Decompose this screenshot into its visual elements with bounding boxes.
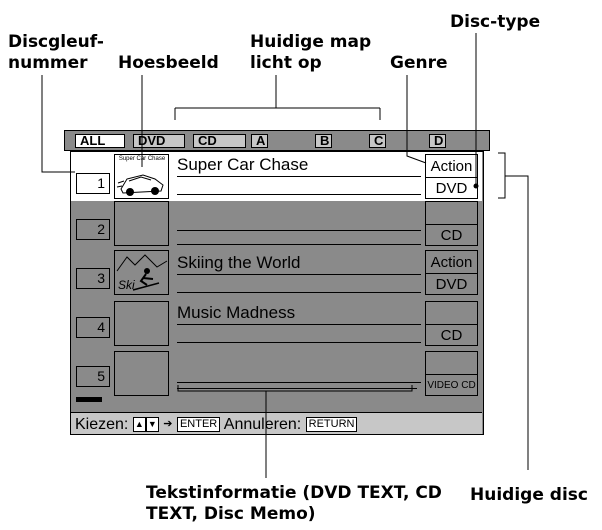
disc-type-label: VIDEO CD bbox=[426, 374, 477, 396]
genre-label: Action bbox=[430, 254, 473, 271]
tab-cd[interactable]: CD bbox=[193, 134, 246, 148]
slot-number[interactable]: 2 bbox=[76, 219, 110, 240]
select-label: Kiezen: bbox=[75, 416, 129, 433]
leader-current-folder bbox=[174, 75, 381, 120]
control-hint-bar: Kiezen: ▲ ▼ ➔ ENTER Annuleren: RETURN bbox=[71, 412, 482, 434]
genre-label: Action bbox=[430, 158, 473, 175]
slot-number[interactable]: 1 bbox=[76, 173, 110, 194]
genre-label bbox=[426, 303, 477, 324]
cover-image bbox=[114, 301, 169, 346]
callout-current-disc: Huidige disc bbox=[470, 485, 588, 505]
current-disc-indicator bbox=[76, 397, 102, 402]
tab-b[interactable]: B bbox=[315, 134, 332, 148]
leader-current-disc bbox=[498, 152, 529, 470]
callout-current-folder-line2: licht op bbox=[250, 53, 322, 73]
cover-caption: Super Car Chase bbox=[118, 156, 166, 162]
disc-type-box: CD bbox=[425, 201, 478, 246]
text-line bbox=[177, 230, 421, 231]
slot-number[interactable]: 3 bbox=[76, 268, 110, 289]
disc-type-box: Action DVD bbox=[425, 250, 478, 295]
disc-type-label: CD bbox=[426, 224, 477, 246]
disc-title: Skiing the World bbox=[177, 253, 301, 272]
tab-d[interactable]: D bbox=[429, 134, 446, 148]
disc-title: Super Car Chase bbox=[177, 155, 309, 174]
slot-number[interactable]: 4 bbox=[76, 317, 110, 338]
callout-slot-number: Discgleuf- nummer bbox=[8, 32, 104, 74]
callout-genre: Genre bbox=[390, 53, 448, 73]
arrow-up-icon[interactable]: ▲ bbox=[132, 417, 146, 432]
race-car-icon bbox=[116, 174, 164, 196]
disc-type-label: DVD bbox=[426, 273, 477, 295]
callout-current-folder-line1: Huidige map bbox=[250, 32, 372, 52]
cover-image: Super Car Chase bbox=[114, 154, 169, 199]
enter-key[interactable]: ENTER bbox=[176, 417, 221, 432]
cover-caption: Ski bbox=[118, 278, 135, 292]
disc-type-box: VIDEO CD bbox=[425, 351, 478, 396]
disc-type-box: CD bbox=[425, 301, 478, 346]
disc-type-label: CD bbox=[426, 324, 477, 346]
tab-c[interactable]: C bbox=[369, 134, 386, 148]
callout-slot-number-line1: Discgleuf- bbox=[8, 32, 104, 52]
tab-a[interactable]: A bbox=[251, 134, 268, 148]
cancel-label: Annuleren: bbox=[223, 416, 302, 433]
cover-image bbox=[114, 351, 169, 396]
callout-text-info-line2: TEXT, Disc Memo) bbox=[146, 504, 316, 524]
callout-text-info-line1: Tekstinformatie (DVD TEXT, CD bbox=[146, 483, 442, 503]
callout-slot-number-line2: nummer bbox=[8, 53, 88, 73]
text-line bbox=[177, 342, 421, 343]
text-line bbox=[177, 382, 421, 383]
callout-text-info: Tekstinformatie (DVD TEXT, CD TEXT, Disc… bbox=[146, 483, 442, 525]
disc-list: 1 Super Car Chase Super Car Chase Action… bbox=[70, 151, 484, 435]
disc-title: Music Madness bbox=[177, 303, 296, 322]
disc-type-box: Action DVD bbox=[425, 154, 478, 199]
arrow-right-icon: ➔ bbox=[163, 418, 173, 430]
slot-number[interactable]: 5 bbox=[76, 366, 110, 387]
text-line bbox=[177, 292, 421, 293]
tab-all[interactable]: ALL bbox=[75, 134, 125, 148]
text-line bbox=[177, 194, 421, 195]
text-line bbox=[177, 388, 417, 389]
text-line bbox=[177, 176, 421, 177]
genre-label bbox=[426, 353, 477, 374]
text-line bbox=[177, 244, 421, 245]
return-key[interactable]: RETURN bbox=[305, 417, 358, 432]
text-line bbox=[177, 324, 421, 325]
arrow-down-icon[interactable]: ▼ bbox=[145, 417, 159, 432]
genre-label bbox=[426, 203, 477, 224]
callout-current-folder: Huidige map licht op bbox=[250, 32, 371, 74]
callout-cover-image: Hoesbeeld bbox=[118, 53, 219, 73]
folder-tab-bar: ALL DVD CD A B C D bbox=[64, 130, 490, 151]
tab-dvd[interactable]: DVD bbox=[133, 134, 185, 148]
cover-image: Ski bbox=[114, 250, 169, 295]
callout-disc-type: Disc-type bbox=[450, 12, 541, 32]
disc-browser-screen: ALL DVD CD A B C D 1 Super Car Chase Sup… bbox=[64, 130, 490, 435]
text-line bbox=[177, 274, 421, 275]
disc-type-label: DVD bbox=[426, 177, 477, 199]
cover-image bbox=[114, 201, 169, 246]
